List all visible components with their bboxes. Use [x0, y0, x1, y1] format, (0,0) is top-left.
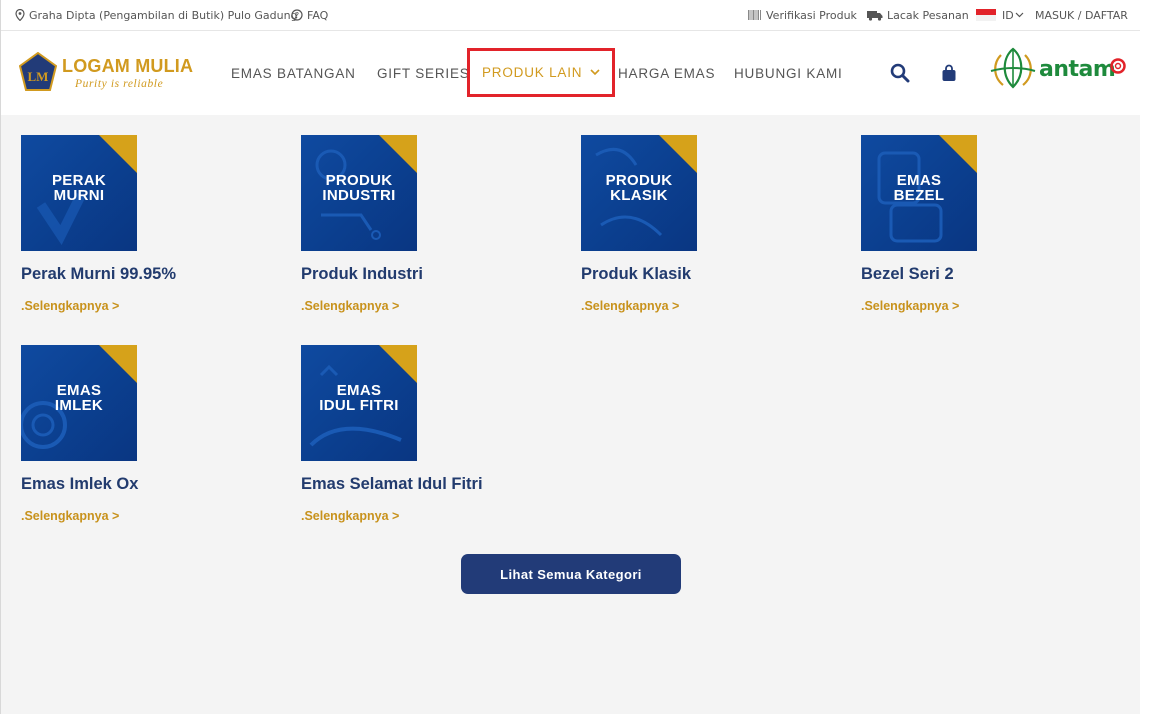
see-more-link[interactable]: .Selengkapnya >: [21, 509, 119, 523]
product-title[interactable]: Produk Industri: [301, 265, 423, 284]
faq-link[interactable]: ? FAQ: [291, 0, 328, 30]
logo-tagline: Purity is reliable: [75, 78, 164, 90]
thumbnail-label: PERAK MURNI: [51, 172, 106, 204]
see-more-link[interactable]: .Selengkapnya >: [861, 299, 959, 313]
gold-corner: [939, 135, 977, 173]
product-card-bezel-seri-2[interactable]: EMAS BEZEL Bezel Seri 2 .Selengkapnya >: [861, 135, 1121, 325]
track-order-label: Lacak Pesanan: [887, 8, 969, 22]
gold-corner: [99, 345, 137, 383]
shopping-bag-icon: [942, 64, 956, 81]
chevron-down-icon: [1015, 12, 1024, 18]
nav-produk-lain[interactable]: PRODUK LAIN: [467, 48, 616, 97]
product-title[interactable]: Bezel Seri 2: [861, 265, 954, 284]
thumbnail-label: PRODUK INDUSTRI: [322, 172, 396, 204]
track-order-link[interactable]: Lacak Pesanan: [867, 0, 969, 30]
top-utility-bar: Graha Dipta (Pengambilan di Butik) Pulo …: [1, 0, 1140, 31]
product-title[interactable]: Perak Murni 99.95%: [21, 265, 176, 284]
language-selector[interactable]: ID: [976, 0, 1028, 30]
see-more-link[interactable]: .Selengkapnya >: [581, 299, 679, 313]
antam-wordmark: antam: [1039, 57, 1116, 82]
scrollbar-gutter: [1140, 0, 1152, 714]
nav-harga-emas[interactable]: HARGA EMAS: [618, 56, 715, 90]
product-thumbnail[interactable]: EMAS IDUL FITRI: [301, 345, 417, 461]
pickup-location-text: Graha Dipta (Pengambilan di Butik) Pulo …: [29, 8, 298, 22]
svg-text:?: ?: [295, 11, 299, 20]
truck-icon: [867, 10, 883, 21]
question-circle-icon: ?: [291, 9, 303, 21]
product-thumbnail[interactable]: PRODUK INDUSTRI: [301, 135, 417, 251]
cart-button[interactable]: [937, 61, 961, 85]
main-header: LM LOGAM MULIA Purity is reliable EMAS B…: [1, 31, 1140, 115]
gold-corner: [379, 345, 417, 383]
gold-corner: [659, 135, 697, 173]
product-title[interactable]: Emas Selamat Idul Fitri: [301, 475, 483, 494]
product-thumbnail[interactable]: PERAK MURNI: [21, 135, 137, 251]
see-more-link[interactable]: .Selengkapnya >: [301, 299, 399, 313]
product-title[interactable]: Emas Imlek Ox: [21, 475, 138, 494]
antam-logo[interactable]: antam: [989, 45, 1129, 91]
language-code: ID: [1002, 8, 1014, 22]
gold-corner: [379, 135, 417, 173]
product-thumbnail[interactable]: EMAS IMLEK: [21, 345, 137, 461]
product-card-emas-imlek-ox[interactable]: EMAS IMLEK Emas Imlek Ox .Selengkapnya >: [21, 345, 281, 535]
see-more-link[interactable]: .Selengkapnya >: [21, 299, 119, 313]
verify-product-label: Verifikasi Produk: [766, 8, 857, 22]
antam-emblem-icon: [990, 47, 1036, 89]
chevron-down-icon: [590, 69, 600, 76]
product-thumbnail[interactable]: PRODUK KLASIK: [581, 135, 697, 251]
product-thumbnail[interactable]: EMAS BEZEL: [861, 135, 977, 251]
product-card-perak-murni[interactable]: PERAK MURNI Perak Murni 99.95% .Selengkap…: [21, 135, 281, 325]
faq-label: FAQ: [307, 8, 329, 22]
nav-hubungi-kami[interactable]: HUBUNGI KAMI: [734, 56, 843, 90]
search-button[interactable]: [888, 61, 912, 85]
see-more-link[interactable]: .Selengkapnya >: [301, 509, 399, 523]
nav-emas-batangan[interactable]: EMAS BATANGAN: [231, 56, 356, 90]
logo-title: LOGAM MULIA: [62, 56, 194, 76]
antam-ring-icon: [1110, 58, 1126, 74]
product-card-produk-industri[interactable]: PRODUK INDUSTRI Produk Industri .Selengka…: [301, 135, 561, 325]
svg-text:LM: LM: [28, 69, 49, 84]
login-register-label: MASUK / DAFTAR: [1035, 8, 1128, 22]
nav-gift-series[interactable]: GIFT SERIES: [377, 56, 470, 90]
product-card-emas-idul-fitri[interactable]: EMAS IDUL FITRI Emas Selamat Idul Fitri .…: [301, 345, 561, 535]
gold-corner: [99, 135, 137, 173]
verify-product-link[interactable]: Verifikasi Produk: [748, 0, 857, 30]
thumbnail-label: EMAS BEZEL: [893, 172, 945, 204]
product-card-produk-klasik[interactable]: PRODUK KLASIK Produk Klasik .Selengkapnya…: [581, 135, 841, 325]
map-pin-icon: [15, 9, 25, 21]
product-title[interactable]: Produk Klasik: [581, 265, 691, 284]
login-register-link[interactable]: MASUK / DAFTAR: [1035, 0, 1128, 30]
indonesia-flag-icon: [976, 9, 996, 21]
pickup-location-link[interactable]: Graha Dipta (Pengambilan di Butik) Pulo …: [15, 0, 298, 30]
thumbnail-label: PRODUK KLASIK: [605, 172, 673, 204]
barcode-icon: [748, 10, 761, 20]
lm-shield-icon: LM: [19, 52, 57, 91]
search-icon: [890, 63, 910, 83]
thumbnail-label: EMAS IDUL FITRI: [319, 382, 399, 414]
logam-mulia-logo[interactable]: LM LOGAM MULIA Purity is reliable: [19, 52, 199, 96]
view-all-categories-button[interactable]: Lihat Semua Kategori: [461, 554, 681, 594]
thumbnail-label: EMAS IMLEK: [54, 382, 104, 414]
